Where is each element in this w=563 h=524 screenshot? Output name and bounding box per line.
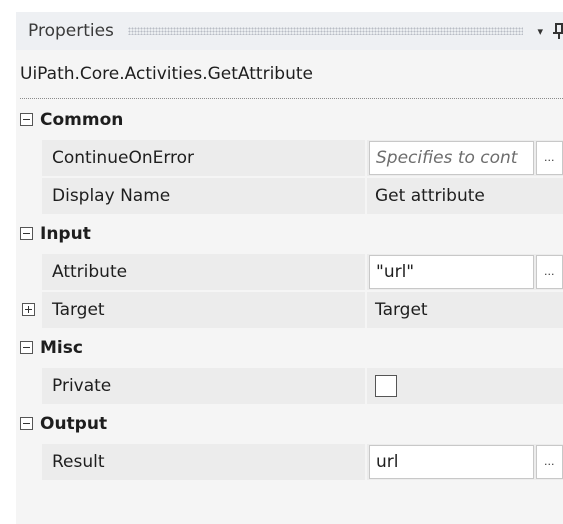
category-label: Misc [40,338,83,358]
pin-icon[interactable] [553,22,563,40]
property-grid: Common ContinueOnError Specifies to cont… [20,102,563,480]
collapse-icon[interactable] [20,417,33,430]
property-name: ContinueOnError [42,140,365,176]
collapse-icon[interactable] [20,113,33,126]
expand-icon[interactable] [22,303,35,316]
category-label: Output [40,414,108,434]
property-row-attribute: Attribute "url" ... [20,254,563,290]
property-row-display-name: Display Name Get attribute [20,178,563,214]
property-value-cell: Get attribute [367,178,563,214]
property-row-continueonerror: ContinueOnError Specifies to cont ... [20,140,563,176]
private-checkbox[interactable] [375,375,397,397]
property-row-private: Private [20,368,563,404]
panel-titlebar: Properties ▾ [16,12,563,50]
property-value-cell: "url" ... [367,254,563,290]
selection-border [20,98,563,99]
property-name: Display Name [42,178,365,214]
collapse-icon[interactable] [20,227,33,240]
ellipsis-button[interactable]: ... [535,141,563,175]
category-label: Common [40,110,124,130]
property-name: Result [42,444,365,480]
property-row-target: Target Target [20,292,563,328]
category-common: Common [20,102,563,138]
property-row-result: Result url ... [20,444,563,480]
display-name-input[interactable]: Get attribute [369,186,485,206]
activity-type-name: UiPath.Core.Activities.GetAttribute [16,50,563,98]
property-name: Private [42,368,365,404]
category-misc: Misc [20,330,563,366]
collapse-icon[interactable] [20,341,33,354]
properties-panel: Properties ▾ UiPath.Core.Activities.GetA… [16,12,563,524]
property-value-cell: Specifies to cont ... [367,140,563,176]
attribute-input[interactable]: "url" [369,255,534,289]
panel-title: Properties [28,21,114,41]
result-input[interactable]: url [369,445,534,479]
dropdown-arrow-icon[interactable]: ▾ [537,25,543,38]
ellipsis-button[interactable]: ... [535,255,563,289]
property-value-cell: Target [367,292,563,328]
property-value-cell: url ... [367,444,563,480]
property-name: Target [42,292,365,328]
property-name: Attribute [42,254,365,290]
category-input: Input [20,216,563,252]
ellipsis-button[interactable]: ... [535,445,563,479]
target-value[interactable]: Target [369,300,428,320]
category-label: Input [40,224,91,244]
category-output: Output [20,406,563,442]
drag-grip[interactable] [127,27,524,35]
continueonerror-input[interactable]: Specifies to cont [369,141,534,175]
property-value-cell [367,368,563,404]
